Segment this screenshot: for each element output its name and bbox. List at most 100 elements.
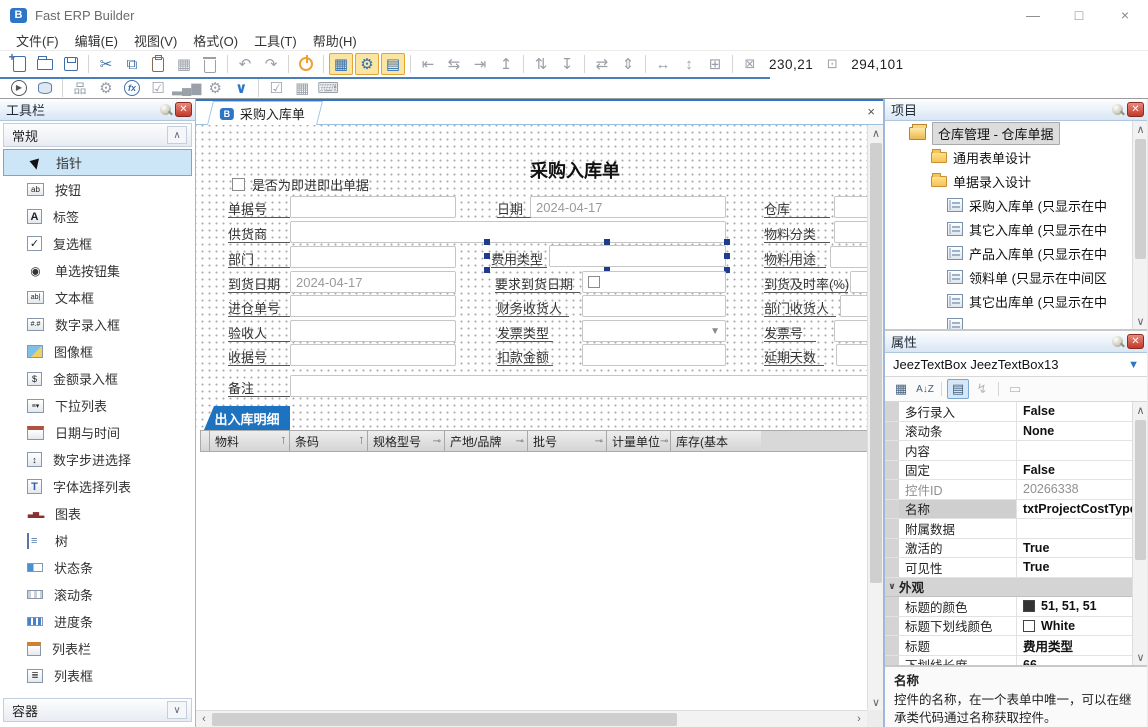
ctrl-label-receipt-no[interactable]: 收据号 <box>228 347 290 366</box>
menu-help[interactable]: 帮助(H) <box>305 31 365 50</box>
ctrl-field-cost-type[interactable] <box>549 245 726 267</box>
scroll-up-icon[interactable]: ∧ <box>1133 121 1147 137</box>
tree-item-other-issue[interactable]: 其它出库单 (只显示在中 <box>885 289 1132 313</box>
menu-file[interactable]: 文件(F) <box>8 31 67 50</box>
ctrl-field-arrival-rate[interactable] <box>850 271 867 293</box>
tab-close-icon[interactable]: × <box>867 104 875 119</box>
tree-item-other-receipt[interactable]: 其它入库单 (只显示在中 <box>885 217 1132 241</box>
prop-category-appearance[interactable]: ∨外观 <box>885 578 1147 598</box>
minimize-button[interactable]: — <box>1010 0 1056 30</box>
prop-value[interactable]: False <box>1017 402 1147 421</box>
prop-value[interactable]: 66 <box>1017 656 1147 666</box>
ctrl-label-material-category[interactable]: 物料分类 <box>764 224 830 243</box>
property-pages-icon[interactable]: ▭ <box>1004 379 1026 399</box>
ctrl-label-delay-days[interactable]: 延期天数 <box>764 347 824 366</box>
tree-item-purchase-receipt[interactable]: 采购入库单 (只显示在中 <box>885 193 1132 217</box>
prop-value[interactable]: False <box>1017 461 1147 480</box>
ctrl-field-remark[interactable] <box>290 375 867 397</box>
align-top-icon[interactable]: ↥ <box>494 53 518 75</box>
tool-scroll-bar[interactable]: 滚动条 <box>0 581 195 608</box>
tool-tree[interactable]: ≡ 树 <box>0 527 195 554</box>
grid-col-stock[interactable]: 库存(基本 <box>671 431 761 451</box>
tool-stepper[interactable]: ↕ 数字步进选择 <box>0 446 195 473</box>
tool-datetime[interactable]: 日期与时间 <box>0 419 195 446</box>
ctrl-label-warehouse-entry-no[interactable]: 进仓单号 <box>228 298 290 317</box>
toolbox-group-general[interactable]: 常规 ∧ <box>3 123 192 147</box>
ctrl-label-deduction-amount[interactable]: 扣款金额 <box>497 347 553 366</box>
scroll-thumb[interactable] <box>870 143 882 583</box>
ctrl-field-supplier[interactable] <box>290 221 726 243</box>
ctrl-field-material-category[interactable] <box>834 221 867 243</box>
ctrl-label-cost-type[interactable]: 费用类型 <box>491 249 547 268</box>
prop-value[interactable]: 51, 51, 51 <box>1017 597 1147 616</box>
tree-root[interactable]: 仓库管理 - 仓库单据 <box>885 121 1132 145</box>
tree-item-product-receipt[interactable]: 产品入库单 (只显示在中 <box>885 241 1132 265</box>
tool-money-input[interactable]: $ 金额录入框 <box>0 365 195 392</box>
checkbox-icon[interactable] <box>232 178 245 191</box>
tool-chart[interactable]: ▃▅▂ 图表 <box>0 500 195 527</box>
tool-pointer[interactable]: 指针 <box>3 149 192 176</box>
pin-icon[interactable]: ⊺ <box>281 436 286 447</box>
ctrl-label-warehouse[interactable]: 仓库 <box>764 199 830 218</box>
space-horizontal-icon[interactable]: ⇄ <box>590 53 614 75</box>
ctrl-field-department[interactable] <box>290 246 456 268</box>
close-icon[interactable]: ✕ <box>1127 102 1144 117</box>
scroll-down-icon[interactable]: ∨ <box>1133 313 1147 329</box>
ctrl-label-remark[interactable]: 备注 <box>228 378 290 397</box>
space-vertical-icon[interactable]: ⇕ <box>616 53 640 75</box>
grid-col-origin-brand[interactable]: 产地/品牌⊸ <box>445 431 528 451</box>
ctrl-label-arrival-date[interactable]: 到货日期 <box>228 274 290 293</box>
pin-icon[interactable]: ⊺ <box>359 436 364 447</box>
redo-icon[interactable]: ↷ <box>259 53 283 75</box>
categorized-view-icon[interactable]: ▦ <box>890 379 912 399</box>
grid-col-unit[interactable]: 计量单位⊸ <box>607 431 671 451</box>
pin-icon[interactable]: ⊸ <box>595 436 603 447</box>
same-size-icon[interactable]: ⊞ <box>703 53 727 75</box>
pin-icon[interactable]: ⊸ <box>516 436 524 447</box>
close-button[interactable]: × <box>1102 0 1148 30</box>
scroll-down-icon[interactable]: ∨ <box>1133 649 1147 665</box>
menu-view[interactable]: 视图(V) <box>126 31 185 50</box>
toggle-toolbox-icon[interactable]: ▦ <box>329 53 353 75</box>
undo-icon[interactable]: ↶ <box>233 53 257 75</box>
tool-button[interactable]: ab 按钮 <box>0 176 195 203</box>
prop-value[interactable]: None <box>1017 422 1147 441</box>
ctrl-label-supplier[interactable]: 供货商 <box>228 224 290 243</box>
ctrl-field-date[interactable]: 2024-04-17 <box>530 196 726 218</box>
tool-label-control[interactable]: A 标签 <box>0 203 195 230</box>
prop-value[interactable]: True <box>1017 558 1147 577</box>
tool-textbox[interactable]: ab| 文本框 <box>0 284 195 311</box>
ctrl-instant-inout-checkbox[interactable]: 是否为即进即出单据 <box>232 175 369 194</box>
new-file-icon[interactable] <box>7 53 31 75</box>
ctrl-field-invoice-type[interactable]: ▼ <box>582 320 726 342</box>
prop-value[interactable]: True <box>1017 539 1147 558</box>
ctrl-label-department[interactable]: 部门 <box>228 249 290 268</box>
tab-purchase-receipt[interactable]: B 采购入库单 <box>207 101 323 125</box>
menu-edit[interactable]: 编辑(E) <box>67 31 126 50</box>
scroll-up-icon[interactable]: ∧ <box>868 125 884 141</box>
same-width-icon[interactable]: ↔ <box>651 53 675 75</box>
tool-font-list[interactable]: T 字体选择列表 <box>0 473 195 500</box>
ctrl-field-material-usage[interactable] <box>830 246 867 268</box>
chevron-down-icon[interactable]: ∨ <box>229 77 253 99</box>
ctrl-label-material-usage[interactable]: 物料用途 <box>764 249 826 268</box>
flow-chart-icon[interactable]: 品 <box>68 77 92 99</box>
collapse-icon[interactable]: ∨ <box>885 581 899 592</box>
ctrl-field-required-arrival-date[interactable] <box>582 271 726 293</box>
properties-view-icon[interactable]: ▤ <box>947 379 969 399</box>
prop-value[interactable] <box>1017 441 1147 460</box>
align-bottom-icon[interactable]: ↧ <box>555 53 579 75</box>
copy-icon[interactable]: ⧉ <box>120 53 144 75</box>
prop-value[interactable]: txtProjectCostType <box>1017 500 1147 519</box>
project-scrollbar[interactable]: ∧ ∨ <box>1132 121 1147 329</box>
ctrl-field-delay-days[interactable] <box>836 344 867 366</box>
database-icon[interactable] <box>33 77 57 99</box>
scroll-thumb[interactable] <box>1135 139 1146 259</box>
grid-col-spec[interactable]: 规格型号⊸ <box>368 431 445 451</box>
maximize-button[interactable]: □ <box>1056 0 1102 30</box>
toggle-project-icon[interactable]: ▤ <box>381 53 405 75</box>
tool-dropdown[interactable]: ≡▾ 下拉列表 <box>0 392 195 419</box>
ctrl-label-finance-receiver[interactable]: 财务收货人 <box>497 298 569 317</box>
properties-scrollbar[interactable]: ∧ ∨ <box>1132 402 1147 665</box>
toolbox-group-container[interactable]: 容器 ∨ <box>3 698 192 722</box>
